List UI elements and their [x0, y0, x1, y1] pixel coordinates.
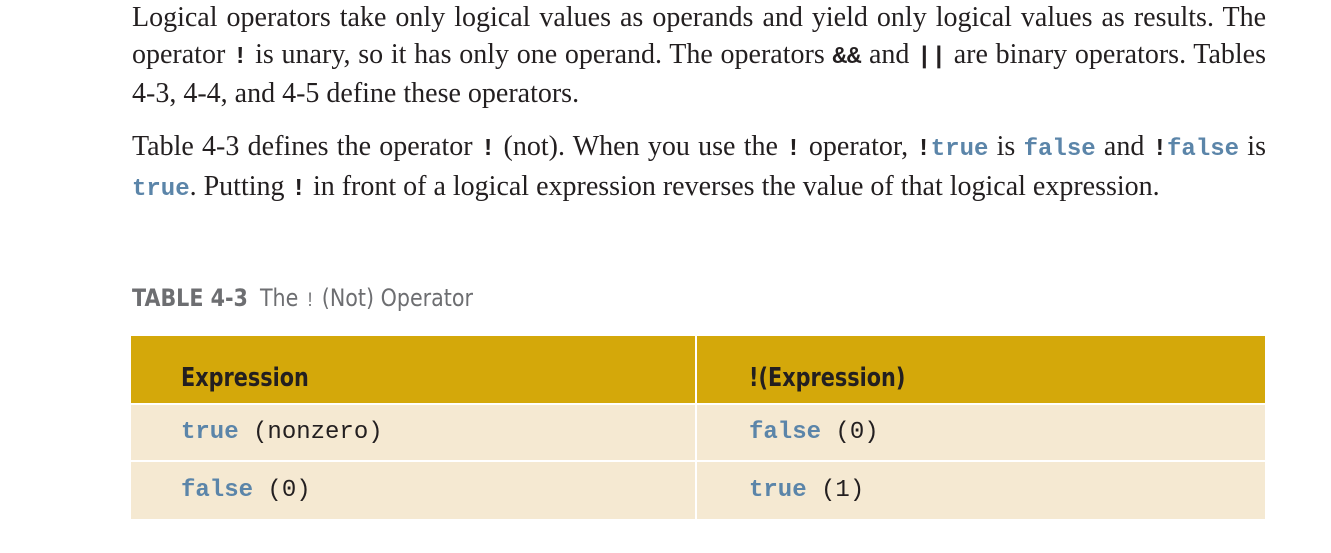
table-cell: false (0) — [697, 405, 1265, 460]
table-cell: true (nonzero) — [131, 405, 695, 460]
keyword-false: false — [1167, 136, 1240, 163]
text-span: Table 4-3 defines the operator — [132, 131, 481, 162]
table-title-operator: ! — [304, 290, 316, 313]
table-cell: true (1) — [697, 462, 1265, 519]
paragraph-not-operator: Table 4-3 defines the operator ! (not). … — [132, 129, 1266, 208]
code-or-operator: || — [917, 43, 946, 71]
keyword-true: true — [749, 477, 807, 504]
keyword-true: true — [181, 419, 239, 446]
keyword-true: true — [930, 136, 989, 163]
not-operator-table: Expression !(Expression) true (nonzero) … — [131, 336, 1265, 519]
keyword-false: false — [1023, 136, 1096, 163]
text-span: operator, — [800, 131, 917, 162]
table-title-before: The — [259, 284, 305, 312]
paragraph-logical-operators: Logical operators take only logical valu… — [132, 0, 1266, 113]
keyword-true: true — [132, 175, 190, 203]
text-span: and — [861, 38, 918, 70]
cell-value: (0) — [253, 477, 311, 504]
header-label: !(Expression) — [749, 362, 906, 393]
table-header-row: Expression !(Expression) — [131, 336, 1265, 403]
cell-value: (1) — [806, 477, 865, 504]
text-span: . Putting — [189, 170, 292, 202]
table-row: false (0) true (1) — [131, 462, 1265, 519]
text-span: is unary, so it has only one operand. Th… — [247, 38, 833, 70]
cell-value: (nonzero) — [238, 419, 383, 446]
table-number: TABLE 4-3 — [132, 284, 248, 312]
header-label: Expression — [181, 362, 309, 393]
header-cell-expression: Expression — [131, 336, 695, 403]
keyword-false: false — [749, 419, 822, 446]
cell-text: false (0) — [181, 477, 311, 504]
cell-value: (0) — [821, 419, 879, 446]
table-cell: false (0) — [131, 462, 695, 519]
cell-text: true (nonzero) — [181, 419, 383, 446]
cell-text: true (1) — [749, 477, 864, 504]
code-not-operator: ! — [1152, 136, 1168, 163]
text-span: in front of a logical expression reverse… — [305, 170, 1160, 202]
text-span: (not). When you use the — [495, 131, 787, 162]
code-not-operator: ! — [233, 43, 248, 71]
header-cell-not-expression: !(Expression) — [697, 336, 1265, 403]
table-caption: TABLE 4-3 The ! (Not) Operator — [132, 284, 473, 313]
code-not-operator: ! — [916, 136, 931, 163]
keyword-false: false — [181, 477, 254, 504]
code-not-operator: ! — [480, 136, 496, 163]
text-span: and — [1095, 131, 1153, 162]
cell-text: false (0) — [749, 419, 879, 446]
code-and-operator: && — [832, 43, 862, 71]
code-not-operator: ! — [291, 175, 306, 203]
table-title-after: (Not) Operator — [315, 284, 474, 312]
code-not-operator: ! — [786, 136, 801, 163]
table-row: true (nonzero) false (0) — [131, 405, 1265, 460]
text-span: is — [988, 131, 1024, 162]
text-span: is — [1239, 131, 1266, 162]
